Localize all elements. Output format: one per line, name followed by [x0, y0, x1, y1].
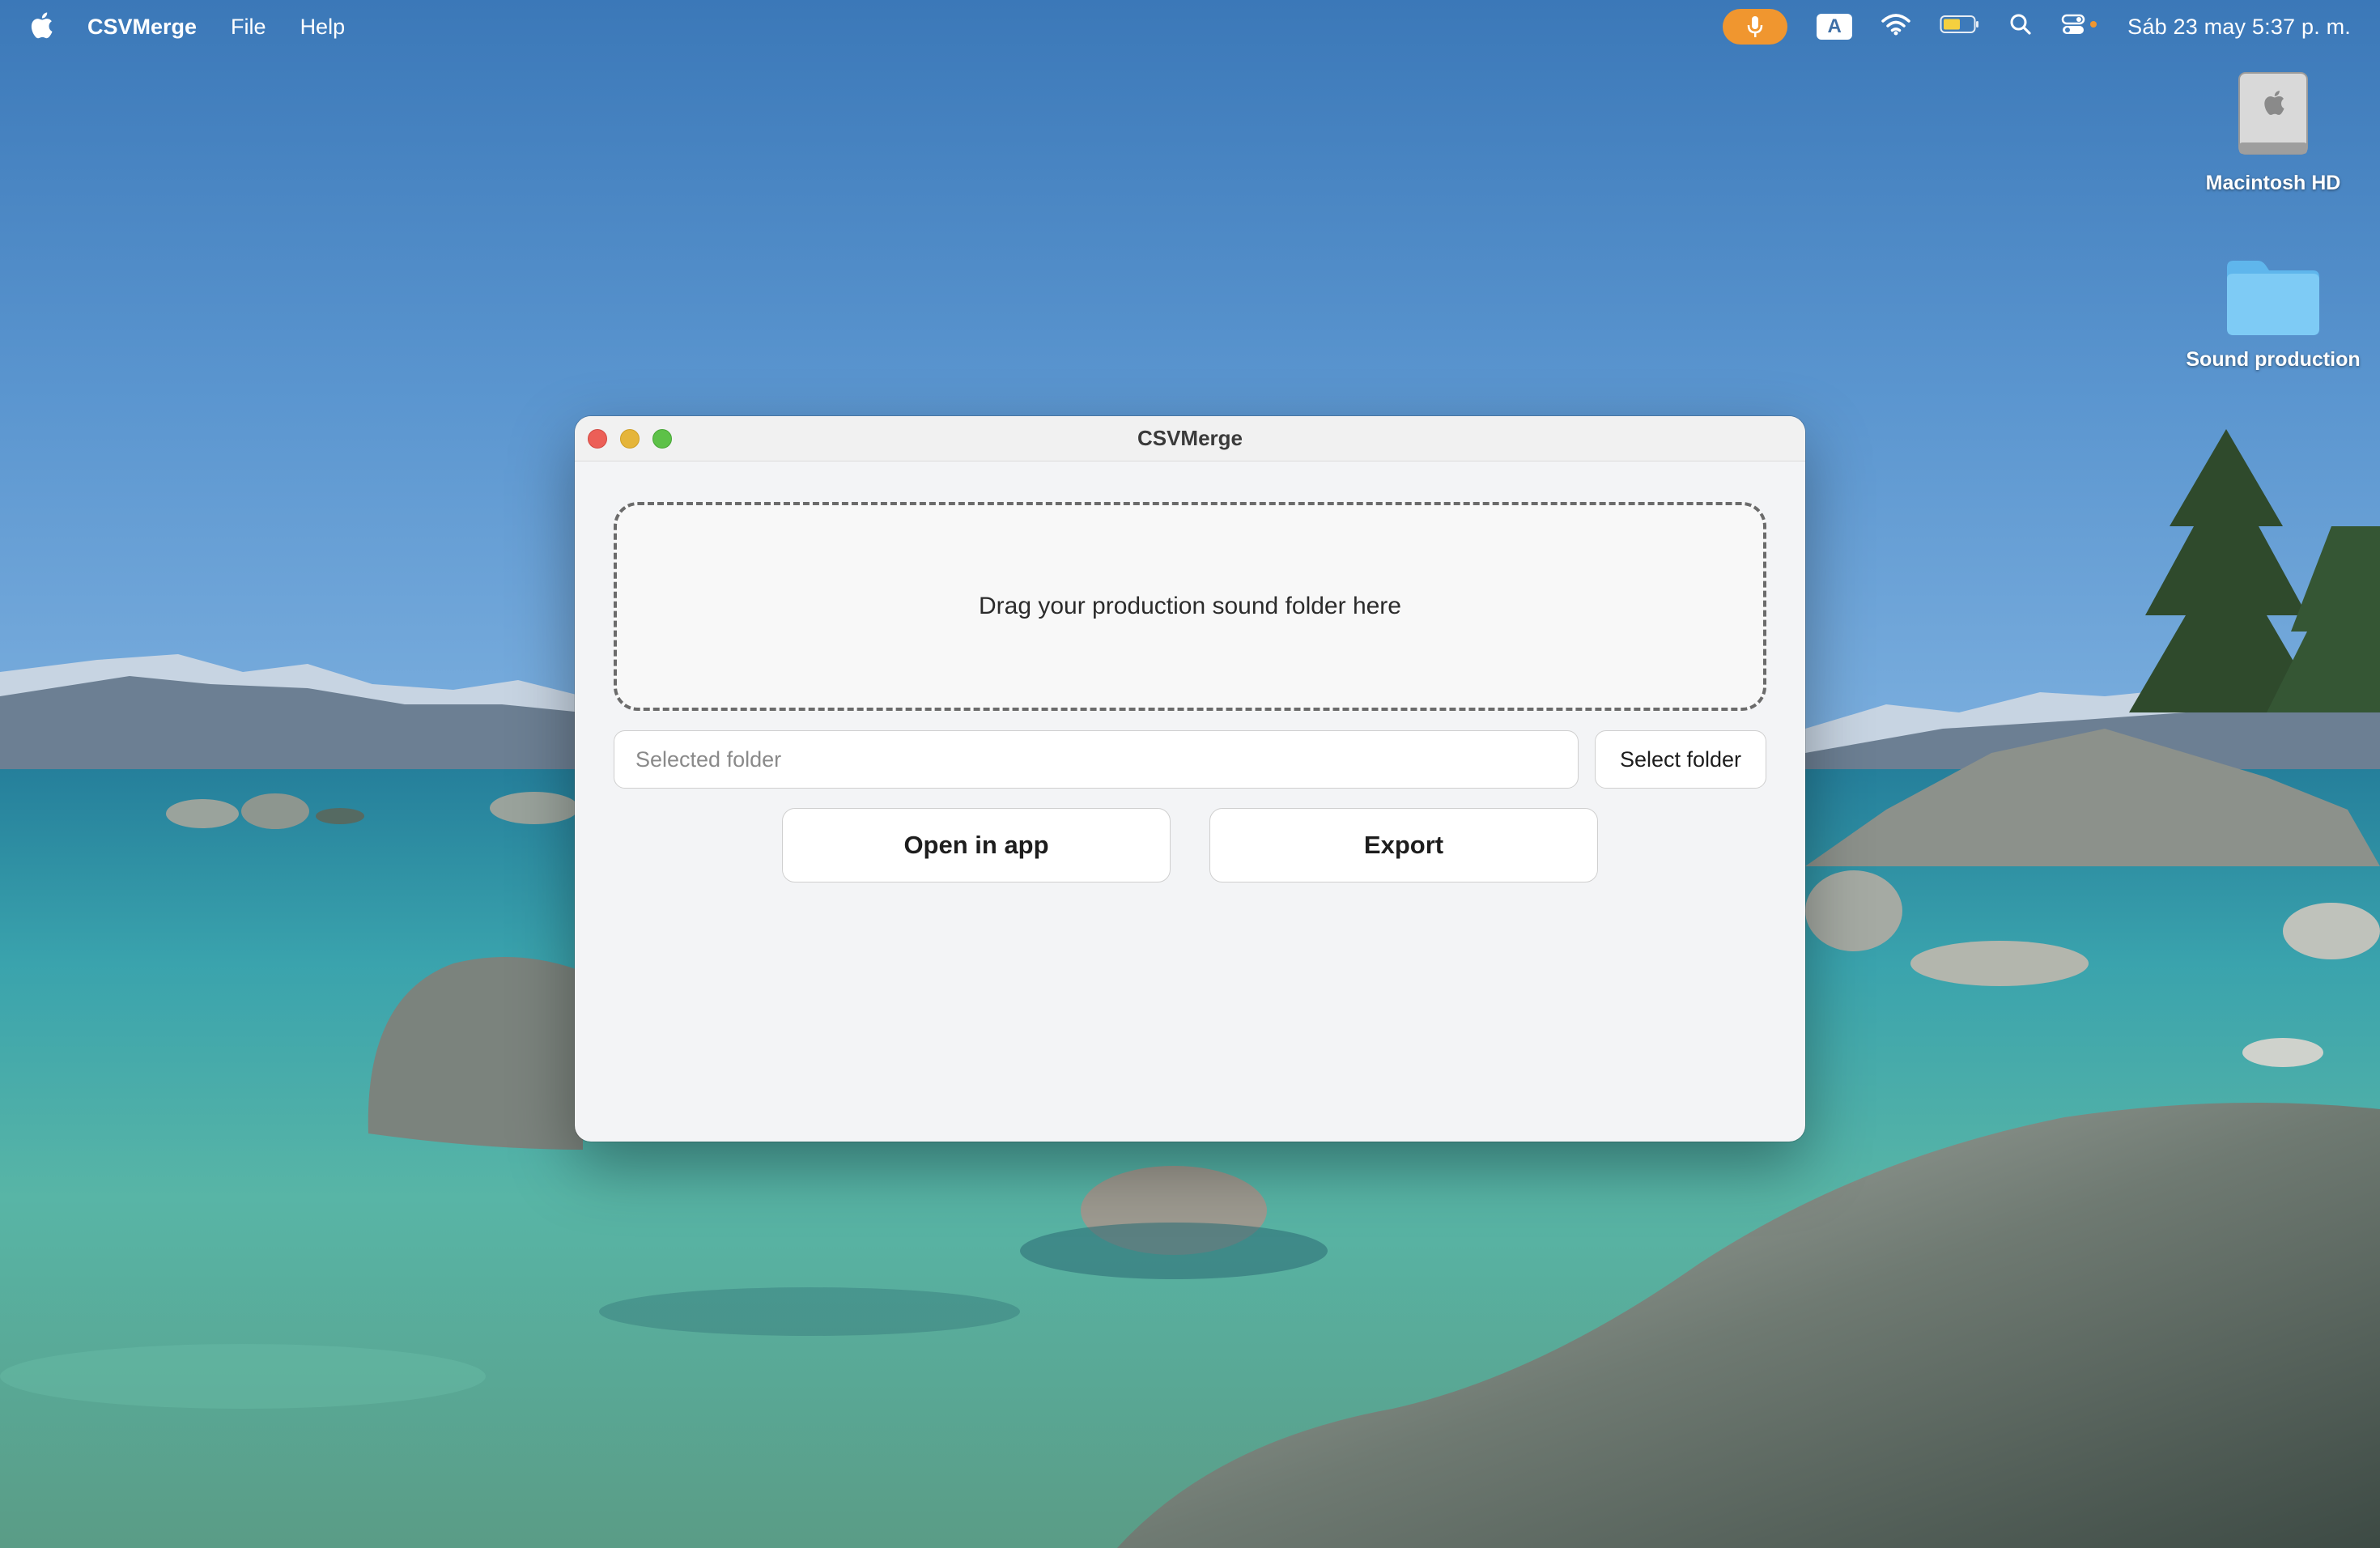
desktop-icon-macintosh-hd[interactable]: Macintosh HD	[2176, 71, 2370, 195]
selected-folder-input[interactable]	[614, 730, 1579, 789]
spotlight-search-icon[interactable]	[2009, 13, 2032, 41]
menu-bar: CSVMerge File Help A Sáb 23 may 5:37 p. …	[0, 0, 2380, 53]
wifi-icon[interactable]	[1881, 13, 1910, 41]
menu-file[interactable]: File	[231, 15, 266, 40]
hard-drive-icon	[2234, 71, 2312, 160]
select-folder-button[interactable]: Select folder	[1595, 730, 1766, 789]
status-area: A Sáb 23 may 5:37 p. m.	[1723, 9, 2351, 45]
window-title: CSVMerge	[1137, 426, 1243, 450]
export-button[interactable]: Export	[1209, 808, 1598, 882]
control-center-icon[interactable]	[2061, 13, 2098, 41]
minimize-window-button[interactable]	[620, 429, 640, 449]
window-controls	[588, 429, 672, 449]
folder-drop-zone[interactable]: Drag your production sound folder here	[614, 502, 1766, 711]
drop-zone-text: Drag your production sound folder here	[979, 593, 1401, 619]
apple-logo-icon[interactable]	[29, 11, 57, 43]
menu-clock[interactable]: Sáb 23 may 5:37 p. m.	[2127, 15, 2351, 40]
app-window: CSVMerge Drag your production sound fold…	[575, 416, 1805, 1142]
menu-help[interactable]: Help	[300, 15, 346, 40]
microphone-icon[interactable]	[1723, 9, 1788, 45]
open-in-app-button[interactable]: Open in app	[782, 808, 1171, 882]
desktop-icon-label: Macintosh HD	[2205, 172, 2341, 194]
desktop-icon-sound-production[interactable]: Sound production	[2176, 256, 2370, 372]
close-window-button[interactable]	[588, 429, 607, 449]
battery-icon[interactable]	[1940, 14, 1980, 40]
desktop-icon-label: Sound production	[2186, 348, 2361, 371]
menu-app-name[interactable]: CSVMerge	[87, 15, 197, 40]
window-titlebar[interactable]: CSVMerge	[575, 416, 1805, 461]
maximize-window-button[interactable]	[652, 429, 672, 449]
input-source-icon[interactable]: A	[1817, 14, 1853, 40]
folder-icon	[2224, 256, 2323, 337]
